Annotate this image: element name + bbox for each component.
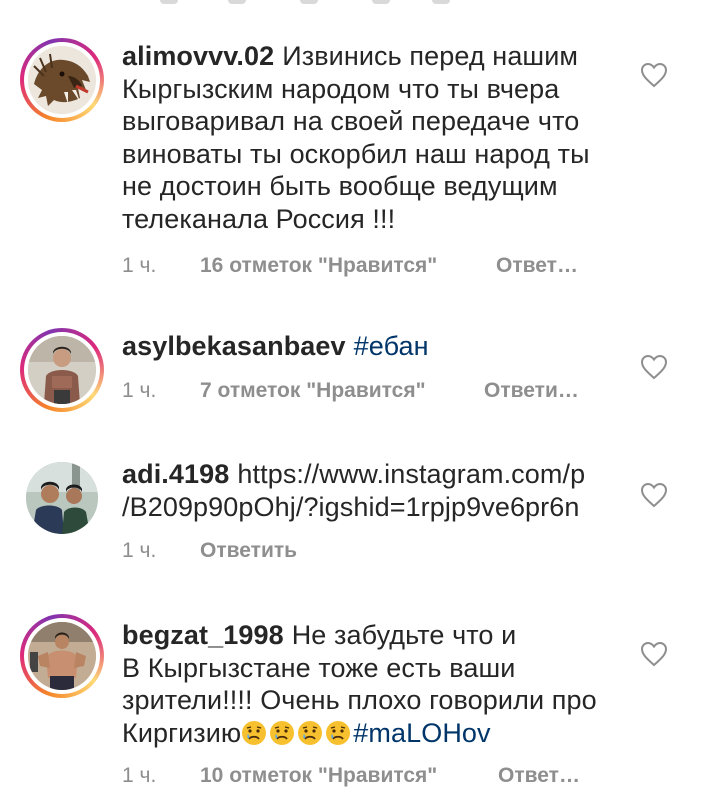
comment-link-text[interactable]: /B209p90pOhj/?igshid=1rpjp9ve6pr6n — [122, 492, 580, 522]
comment-username[interactable]: adi.4198 — [122, 459, 229, 489]
likes-count-link[interactable]: 16 отметок "Нравится" — [200, 254, 496, 278]
comment-text-line: виноваты ты оскорбил наш народ ты — [122, 138, 590, 169]
person-photo-avatar — [28, 336, 96, 404]
comment-username[interactable]: begzat_1998 — [122, 620, 284, 650]
likes-count-link[interactable]: 10 отметок "Нравится" — [200, 764, 498, 788]
comment-text: asylbekasanbaev #ебан — [122, 330, 627, 363]
comment-text-line: Извинись перед нашим — [282, 41, 579, 71]
reply-button[interactable]: Ответ… — [498, 764, 580, 788]
hashtag-link[interactable]: #maLOHov — [353, 718, 490, 748]
comment-text: adi.4198 https://www.instagram.com/p /B20… — [122, 458, 627, 523]
comment-time: 1 ч. — [122, 254, 157, 277]
crying-face-emoji — [242, 720, 267, 745]
comment-text-line: В Кыргызстане тоже есть ваши — [122, 652, 516, 683]
comment-meta: 1 ч. 16 отметок "Нравится" Ответ… — [122, 254, 578, 278]
comment-username[interactable]: alimovvv.02 — [122, 41, 274, 71]
comment-text-line: Киргизию — [122, 717, 242, 748]
comment-meta: 1 ч. 7 отметок "Нравится" Ответи… — [122, 379, 579, 403]
comment-time: 1 ч. — [122, 539, 157, 562]
avatar-story-ring[interactable] — [20, 614, 104, 698]
heart-outline-icon[interactable] — [640, 354, 668, 380]
heart-outline-icon[interactable] — [640, 482, 668, 508]
comment-text-line: Не забудьте что и — [291, 620, 517, 650]
heart-outline-icon[interactable] — [640, 62, 668, 88]
comment-meta: 1 ч. Ответить — [122, 539, 297, 563]
comment-text-line: Кыргызским народом что ты вчера — [122, 73, 560, 104]
crying-face-emoji — [298, 720, 323, 745]
reply-button[interactable]: Ответ… — [496, 254, 578, 278]
comment-meta: 1 ч. 10 отметок "Нравится" Ответ… — [122, 764, 580, 788]
previous-comment-remnant — [0, 0, 711, 6]
reply-button[interactable]: Ответить — [200, 539, 297, 563]
gym-photo-avatar — [28, 622, 96, 690]
hashtag-link[interactable]: #ебан — [354, 331, 429, 361]
avatar-story-ring[interactable] — [20, 38, 104, 122]
avatar[interactable] — [20, 456, 104, 540]
avatar-story-ring[interactable] — [20, 328, 104, 412]
comment-text: begzat_1998 Не забудьте что и В Кыргызста… — [122, 619, 627, 749]
likes-count-link[interactable]: 7 отметок "Нравится" — [200, 379, 484, 403]
heart-outline-icon[interactable] — [640, 641, 668, 667]
comment-time: 1 ч. — [122, 379, 157, 402]
comment-link-text[interactable]: https://www.instagram.com/p — [237, 459, 585, 489]
crying-face-emoji — [270, 720, 295, 745]
reply-button[interactable]: Ответи… — [484, 379, 579, 403]
comment-text-line: выговаривал на своей передаче что — [122, 106, 580, 136]
comment-time: 1 ч. — [122, 764, 157, 787]
comment-text-line: телеканала Россия !!! — [122, 203, 396, 234]
crying-face-emoji — [326, 720, 351, 745]
comment-text: alimovvv.02 Извинись перед нашим Кыргызск… — [122, 40, 627, 235]
group-photo-avatar — [26, 462, 98, 534]
comment-text-line: зрители!!!! Очень плохо говорили про — [122, 685, 597, 715]
boar-logo-avatar — [28, 46, 96, 114]
comment-text-line: не достоин быть вообще ведущим — [122, 171, 558, 201]
comment-username[interactable]: asylbekasanbaev — [122, 331, 346, 361]
